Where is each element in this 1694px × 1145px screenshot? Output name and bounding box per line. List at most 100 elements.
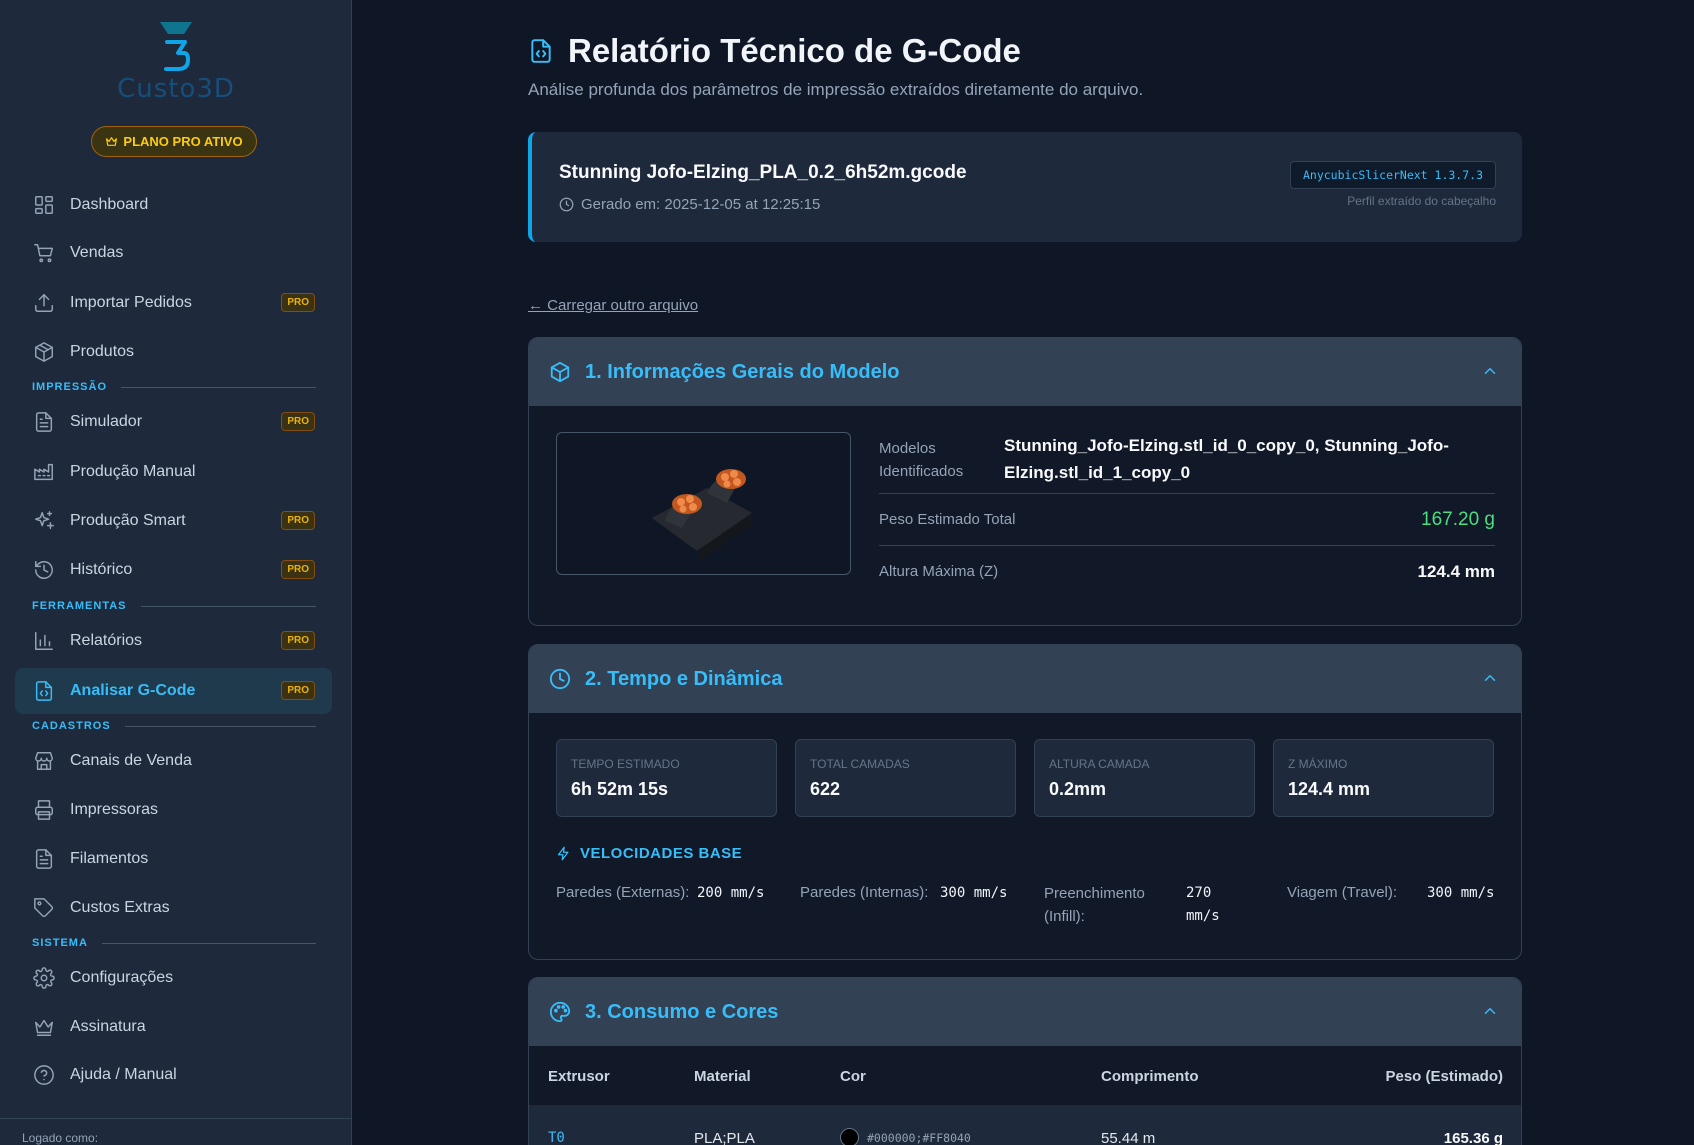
color-codes: #000000;#FF8040 bbox=[867, 1130, 971, 1145]
sidebar-item-dashboard[interactable]: Dashboard bbox=[15, 182, 332, 228]
sidebar-item-label: Importar Pedidos bbox=[70, 294, 192, 311]
sidebar-item-label: Impressoras bbox=[70, 801, 159, 818]
weight-value: 167.20 g bbox=[1421, 509, 1495, 530]
section-label-impressao: IMPRESSÃO bbox=[32, 380, 316, 394]
model-info-title: 1. Informações Gerais do Modelo bbox=[585, 360, 900, 383]
consumption-header[interactable]: 3. Consumo e Cores bbox=[529, 978, 1521, 1046]
factory-icon bbox=[33, 461, 55, 483]
sidebar-item-assinatura[interactable]: Assinatura bbox=[15, 1004, 332, 1050]
section-label-sistema: SISTEMA bbox=[32, 936, 316, 950]
file-name: Stunning Jofo-Elzing_PLA_0.2_6h52m.gcode bbox=[559, 162, 967, 183]
code-file-icon bbox=[33, 680, 55, 702]
speed-value-line: 270 bbox=[1186, 885, 1212, 901]
logo-text: Custo3D bbox=[117, 74, 235, 104]
model-info-header[interactable]: 1. Informações Gerais do Modelo bbox=[529, 338, 1521, 406]
models-label-line: Identificados bbox=[879, 463, 964, 480]
sidebar-item-label: Produção Smart bbox=[70, 512, 186, 529]
sidebar-item-importar-pedidos[interactable]: Importar Pedidos PRO bbox=[15, 280, 332, 326]
slicer-badge: AnycubicSlicerNext 1.3.7.3 bbox=[1289, 161, 1496, 189]
time-dynamics-header[interactable]: 2. Tempo e Dinâmica bbox=[529, 645, 1521, 713]
sidebar-item-label: Produção Manual bbox=[70, 463, 196, 480]
sidebar-item-impressoras[interactable]: Impressoras bbox=[15, 787, 332, 833]
model-preview-image bbox=[652, 469, 754, 561]
clock-icon bbox=[559, 197, 574, 212]
sidebar-item-producao-smart[interactable]: Produção Smart PRO bbox=[15, 498, 332, 544]
printer-icon bbox=[33, 799, 55, 821]
sidebar-item-vendas[interactable]: Vendas bbox=[15, 230, 332, 276]
stat-value: 124.4 mm bbox=[1288, 779, 1371, 799]
chevron-up-icon[interactable] bbox=[1481, 362, 1499, 380]
sidebar-item-label: Ajuda / Manual bbox=[70, 1066, 177, 1083]
sidebar-item-historico[interactable]: Histórico PRO bbox=[15, 547, 332, 593]
speed-label-line: Preenchimento bbox=[1044, 885, 1145, 902]
height-value: 124.4 mm bbox=[1417, 562, 1496, 581]
dashboard-icon bbox=[33, 194, 55, 216]
sidebar-item-ajuda[interactable]: Ajuda / Manual bbox=[15, 1052, 332, 1098]
speed-label-infill: Preenchimento (Infill): bbox=[1044, 882, 1145, 928]
upload-icon bbox=[33, 292, 55, 314]
speeds-title: VELOCIDADES BASE bbox=[580, 845, 743, 862]
page-subtitle: Análise profunda dos parâmetros de impre… bbox=[528, 80, 1144, 99]
sidebar-item-label: Assinatura bbox=[70, 1018, 146, 1035]
sidebar-item-label: Configurações bbox=[70, 969, 174, 986]
file-card: Stunning Jofo-Elzing_PLA_0.2_6h52m.gcode… bbox=[528, 132, 1522, 242]
sidebar-item-custos-extras[interactable]: Custos Extras bbox=[15, 885, 332, 931]
page-header: Relatório Técnico de G-Code bbox=[528, 32, 1021, 70]
sidebar-item-label: Dashboard bbox=[70, 196, 149, 213]
consumption-title: 3. Consumo e Cores bbox=[585, 1000, 779, 1023]
stat-label: ALTURA CAMADA bbox=[1049, 757, 1150, 771]
cart-icon bbox=[33, 242, 55, 264]
table-header-material: Material bbox=[694, 1068, 751, 1085]
stat-card-camadas: TOTAL CAMADAS 622 bbox=[795, 739, 1016, 817]
palette-icon bbox=[549, 1001, 571, 1023]
file-generated-text: Gerado em: 2025-12-05 at 12:25:15 bbox=[581, 196, 821, 213]
models-label: Modelos Identificados bbox=[879, 437, 963, 483]
color-swatch bbox=[840, 1128, 859, 1145]
load-another-file-link[interactable]: ← Carregar outro arquivo bbox=[528, 297, 698, 314]
pro-badge: PRO bbox=[281, 560, 315, 579]
logo[interactable]: Custo3D bbox=[0, 20, 352, 104]
models-label-line: Modelos bbox=[879, 440, 936, 457]
speed-value: 300 mm/s bbox=[1427, 885, 1495, 901]
sidebar-footer: Logado como: bbox=[0, 1118, 352, 1145]
sidebar-item-label: Relatórios bbox=[70, 632, 143, 649]
code-file-icon bbox=[531, 39, 551, 63]
page-title: Relatório Técnico de G-Code bbox=[568, 32, 1021, 69]
help-icon bbox=[33, 1064, 55, 1086]
sidebar-item-filamentos[interactable]: Filamentos bbox=[15, 836, 332, 882]
height-row: Altura Máxima (Z) 124.4 mm bbox=[879, 546, 1495, 596]
pro-badge: PRO bbox=[281, 681, 315, 700]
file-generated: Gerado em: 2025-12-05 at 12:25:15 bbox=[559, 196, 820, 213]
table-row bbox=[529, 1105, 1521, 1145]
speed-value: 300 mm/s bbox=[940, 885, 1008, 901]
speed-label: Paredes (Internas): bbox=[800, 884, 929, 901]
crown-icon bbox=[33, 1016, 55, 1038]
weight-row: Peso Estimado Total 167.20 g bbox=[879, 494, 1495, 546]
crown-icon bbox=[106, 137, 118, 146]
sidebar-item-analisar-gcode[interactable]: Analisar G-Code PRO bbox=[15, 668, 332, 714]
sidebar-item-producao-manual[interactable]: Produção Manual bbox=[15, 449, 332, 495]
speed-label: Paredes (Externas): bbox=[556, 884, 690, 901]
stat-label: TEMPO ESTIMADO bbox=[571, 757, 680, 771]
stat-value: 0.2mm bbox=[1049, 779, 1107, 799]
printer-nozzle-logo-icon bbox=[160, 22, 192, 71]
pro-badge: PRO bbox=[281, 511, 315, 530]
speed-label: Viagem (Travel): bbox=[1287, 884, 1398, 901]
table-header-cor: Cor bbox=[840, 1068, 866, 1085]
sidebar-item-label: Filamentos bbox=[70, 850, 149, 867]
sidebar-item-label: Custos Extras bbox=[70, 899, 170, 916]
sidebar-item-simulador[interactable]: Simulador PRO bbox=[15, 399, 332, 445]
sidebar: Custo3D PLANO PRO ATIVO Dashboard Vendas… bbox=[0, 0, 352, 1145]
chevron-up-icon[interactable] bbox=[1481, 669, 1499, 687]
stat-label: TOTAL CAMADAS bbox=[810, 757, 910, 771]
cell-length: 55.44 m bbox=[1101, 1130, 1156, 1145]
section-label-ferramentas: FERRAMENTAS bbox=[32, 599, 316, 613]
sidebar-item-produtos[interactable]: Produtos bbox=[15, 329, 332, 375]
model-thumbnail bbox=[556, 432, 851, 575]
chevron-up-icon[interactable] bbox=[1481, 1002, 1499, 1020]
height-label: Altura Máxima (Z) bbox=[879, 563, 999, 580]
sidebar-item-relatorios[interactable]: Relatórios PRO bbox=[15, 618, 332, 664]
pro-badge: PRO bbox=[281, 293, 315, 312]
sidebar-item-configuracoes[interactable]: Configurações bbox=[15, 955, 332, 1001]
sidebar-item-canais-de-venda[interactable]: Canais de Venda bbox=[15, 738, 332, 784]
